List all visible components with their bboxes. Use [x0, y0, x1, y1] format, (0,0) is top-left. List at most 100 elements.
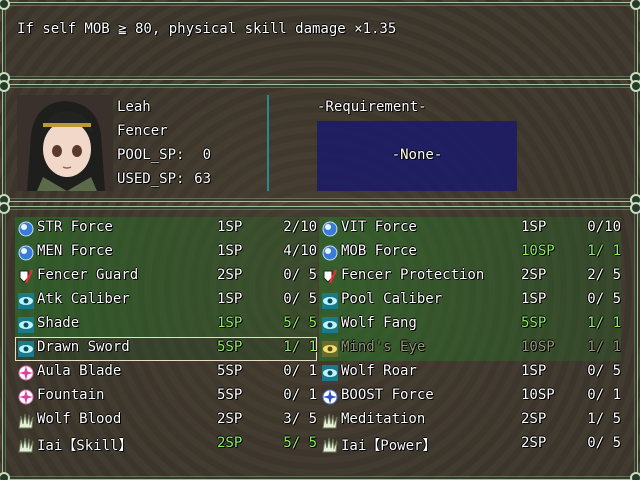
- skill-row[interactable]: Fencer Guard 2SP 0/ 5: [15, 265, 317, 289]
- skill-level: 5/ 5: [283, 315, 317, 331]
- pink-star-icon: [17, 364, 35, 382]
- used-sp-label: USED_SP:: [117, 171, 185, 187]
- requirement-title: -Requirement-: [317, 99, 427, 115]
- help-window: If self MOB ≧ 80, physical skill damage …: [0, 0, 640, 84]
- character-class: Fencer: [117, 123, 168, 139]
- skill-level: 3/ 5: [283, 411, 317, 427]
- skill-sp-cost: 1SP: [217, 219, 243, 235]
- eye-icon: [321, 364, 339, 382]
- skill-row[interactable]: Pool Caliber 1SP 0/ 5: [319, 289, 621, 313]
- pink-star-icon: [17, 388, 35, 406]
- pool-sp-value: 0: [202, 147, 211, 163]
- game-screen: If self MOB ≧ 80, physical skill damage …: [0, 0, 640, 480]
- blue-orb-icon: [17, 244, 35, 262]
- skill-row[interactable]: Fountain 5SP 0/ 1: [15, 385, 317, 409]
- skill-row[interactable]: STR Force 1SP 2/10: [15, 217, 317, 241]
- skill-sp-cost: 2SP: [217, 435, 243, 451]
- skill-row[interactable]: Atk Caliber 1SP 0/ 5: [15, 289, 317, 313]
- skill-level: 1/ 1: [587, 315, 621, 331]
- skill-name: Mind's Eye: [341, 339, 426, 355]
- skill-name: Wolf Fang: [341, 315, 417, 331]
- skill-row[interactable]: BOOST Force 10SP 0/ 1: [319, 385, 621, 409]
- claw-icon: [17, 412, 35, 430]
- skill-level: 2/ 5: [587, 267, 621, 283]
- skill-name: Wolf Blood: [37, 411, 122, 427]
- skill-name: Wolf Roar: [341, 363, 417, 379]
- skill-name: Fencer Protection: [341, 267, 485, 283]
- skill-sp-cost: 5SP: [521, 315, 547, 331]
- eye-icon: [17, 340, 35, 358]
- skill-level: 1/ 1: [587, 243, 621, 259]
- skill-sp-cost: 5SP: [217, 387, 243, 403]
- skill-row[interactable]: Shade 1SP 5/ 5: [15, 313, 317, 337]
- skill-sp-cost: 2SP: [521, 435, 547, 451]
- skill-sp-cost: 10SP: [521, 387, 555, 403]
- skill-name: Iai【Skill】: [37, 438, 133, 454]
- skill-row[interactable]: MEN Force 1SP 4/10: [15, 241, 317, 265]
- blue-orb-icon: [321, 244, 339, 262]
- skill-row[interactable]: VIT Force 1SP 0/10: [319, 217, 621, 241]
- skill-level: 1/ 5: [587, 411, 621, 427]
- shield-sword-icon: [17, 268, 35, 286]
- skill-row[interactable]: Aula Blade 5SP 0/ 1: [15, 361, 317, 385]
- skill-sp-cost: 1SP: [217, 291, 243, 307]
- skill-row[interactable]: Wolf Blood 2SP 3/ 5: [15, 409, 317, 433]
- skill-name: Meditation: [341, 411, 426, 427]
- skill-row[interactable]: Wolf Fang 5SP 1/ 1: [319, 313, 621, 337]
- skill-level: 0/ 5: [587, 363, 621, 379]
- skill-sp-cost: 1SP: [521, 291, 547, 307]
- skill-name: Fencer Guard: [37, 267, 139, 283]
- skill-row[interactable]: Mind's Eye 10SP 1/ 1: [319, 337, 621, 361]
- skill-level: 0/ 5: [587, 291, 621, 307]
- skill-level: 4/10: [283, 243, 317, 259]
- skill-level: 0/ 5: [283, 267, 317, 283]
- skill-row[interactable]: Iai【Power】 2SP 0/ 5: [319, 433, 621, 457]
- skill-name: Aula Blade: [37, 363, 122, 379]
- eye-icon: [17, 316, 35, 334]
- skill-level: 1/ 1: [283, 339, 317, 355]
- blue-orb-icon: [321, 220, 339, 238]
- skill-name: Drawn Sword: [37, 339, 130, 355]
- skill-name: Atk Caliber: [37, 291, 130, 307]
- skill-sp-cost: 1SP: [217, 243, 243, 259]
- pool-sp-label: POOL_SP:: [117, 147, 185, 163]
- skill-level: 0/ 5: [283, 291, 317, 307]
- skill-sp-cost: 5SP: [217, 363, 243, 379]
- used-sp-value: 63: [194, 171, 211, 187]
- blue-orb-icon: [17, 220, 35, 238]
- eye-icon: [17, 292, 35, 310]
- skill-name: STR Force: [37, 219, 113, 235]
- help-text: If self MOB ≧ 80, physical skill damage …: [17, 21, 397, 37]
- skill-level: 2/10: [283, 219, 317, 235]
- skill-row[interactable]: Drawn Sword 5SP 1/ 1: [15, 337, 317, 361]
- skill-name: BOOST Force: [341, 387, 434, 403]
- divider: [267, 95, 269, 191]
- skill-row[interactable]: Meditation 2SP 1/ 5: [319, 409, 621, 433]
- claw-icon: [17, 436, 35, 454]
- character-name: Leah: [117, 99, 151, 115]
- claw-icon: [321, 436, 339, 454]
- eye-icon: [321, 316, 339, 334]
- yellow-eye-icon: [321, 340, 339, 358]
- skill-sp-cost: 2SP: [217, 411, 243, 427]
- skill-sp-cost: 2SP: [217, 267, 243, 283]
- skill-sp-cost: 10SP: [521, 339, 555, 355]
- skill-sp-cost: 5SP: [217, 339, 243, 355]
- skill-sp-cost: 2SP: [521, 411, 547, 427]
- status-window: Leah Fencer POOL_SP: 0 USED_SP: 63 -Requ…: [0, 80, 640, 206]
- skill-level: 0/10: [587, 219, 621, 235]
- skill-level: 1/ 1: [587, 339, 621, 355]
- skill-sp-cost: 1SP: [521, 219, 547, 235]
- skill-sp-cost: 1SP: [521, 363, 547, 379]
- skill-name: Fountain: [37, 387, 105, 403]
- skill-row[interactable]: Fencer Protection 2SP 2/ 5: [319, 265, 621, 289]
- skill-row[interactable]: MOB Force 10SP 1/ 1: [319, 241, 621, 265]
- skill-name: MEN Force: [37, 243, 113, 259]
- claw-icon: [321, 412, 339, 430]
- skill-row[interactable]: Iai【Skill】 2SP 5/ 5: [15, 433, 317, 457]
- skill-level: 0/ 1: [587, 387, 621, 403]
- skill-row[interactable]: Wolf Roar 1SP 0/ 5: [319, 361, 621, 385]
- skill-list-window: STR Force 1SP 2/10 VIT Force 1SP 0/10 MEN Forc…: [0, 202, 640, 480]
- skill-level: 0/ 5: [587, 435, 621, 451]
- skill-name: MOB Force: [341, 243, 417, 259]
